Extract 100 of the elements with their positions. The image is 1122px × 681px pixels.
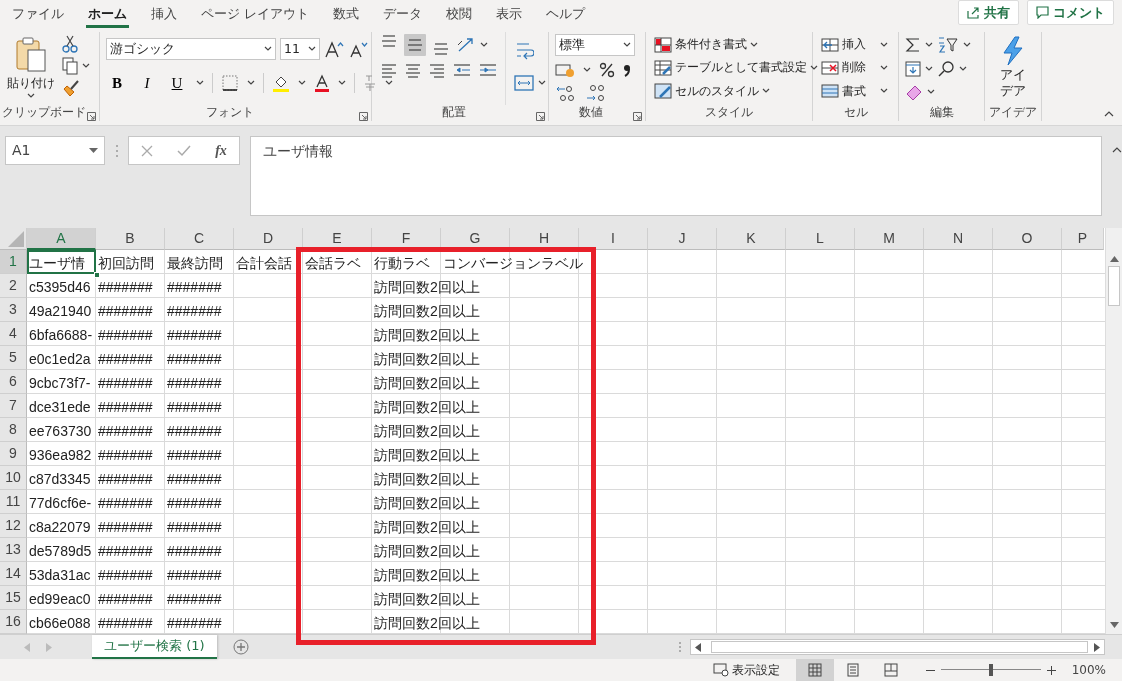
paste-icon[interactable] bbox=[15, 36, 47, 72]
caret-icon[interactable] bbox=[959, 66, 967, 72]
comma-style-icon[interactable] bbox=[623, 62, 631, 78]
caret-icon[interactable] bbox=[538, 80, 546, 86]
caret-icon[interactable] bbox=[880, 41, 888, 48]
align-right-icon[interactable] bbox=[429, 62, 445, 78]
increase-decimal-icon[interactable] bbox=[555, 84, 577, 102]
row-header[interactable]: 8 bbox=[0, 418, 27, 442]
eraser-icon[interactable] bbox=[905, 84, 923, 100]
fill-handle[interactable] bbox=[94, 272, 100, 278]
caret-icon[interactable] bbox=[623, 42, 631, 48]
formula-field[interactable]: ユーザ情報 bbox=[249, 136, 1103, 216]
merge-center-icon[interactable] bbox=[514, 74, 534, 92]
row-header[interactable]: 15 bbox=[0, 586, 27, 610]
column-header[interactable]: G bbox=[441, 228, 510, 250]
caret-icon[interactable] bbox=[27, 93, 35, 100]
cells-menu-button[interactable]: 挿入 bbox=[819, 35, 890, 55]
caret-icon[interactable] bbox=[264, 46, 272, 52]
row-header[interactable]: 1 bbox=[0, 250, 27, 274]
zoom-in-icon[interactable] bbox=[1046, 665, 1056, 675]
ribbon-tab[interactable]: ホーム bbox=[86, 3, 129, 28]
styles-menu-button[interactable]: 条件付き書式 bbox=[652, 35, 820, 55]
row-header[interactable]: 5 bbox=[0, 346, 27, 370]
caret-icon[interactable] bbox=[247, 80, 255, 87]
zoom-level[interactable]: 100% bbox=[1071, 661, 1106, 679]
fill-color-icon[interactable] bbox=[272, 74, 290, 93]
column-header[interactable]: P bbox=[1062, 228, 1104, 250]
caret-icon[interactable] bbox=[925, 42, 933, 48]
caret-icon[interactable] bbox=[338, 80, 346, 87]
column-header[interactable]: B bbox=[96, 228, 165, 250]
name-box[interactable]: A1 bbox=[5, 136, 105, 165]
italic-button[interactable]: I bbox=[136, 72, 158, 95]
column-header[interactable]: M bbox=[855, 228, 924, 250]
caret-icon[interactable] bbox=[385, 80, 393, 87]
ribbon-tab[interactable]: ページ レイアウト bbox=[199, 3, 312, 28]
column-header[interactable]: D bbox=[234, 228, 303, 250]
styles-menu-button[interactable]: テーブルとして書式設定 bbox=[652, 58, 820, 78]
row-header[interactable]: 12 bbox=[0, 514, 27, 538]
insert-function-button[interactable]: fx bbox=[215, 140, 227, 161]
row-header[interactable]: 3 bbox=[0, 298, 27, 322]
number-format-dropdown[interactable]: 標準 bbox=[555, 34, 635, 56]
cut-icon[interactable] bbox=[62, 35, 78, 53]
copy-icon[interactable] bbox=[62, 57, 78, 75]
ribbon-tab[interactable]: ファイル bbox=[10, 3, 66, 28]
scroll-left-icon[interactable] bbox=[695, 642, 701, 652]
ribbon-tab[interactable]: 表示 bbox=[494, 3, 525, 28]
caret-icon[interactable] bbox=[762, 88, 770, 95]
row-header[interactable]: 10 bbox=[0, 466, 27, 490]
increase-indent-icon[interactable] bbox=[479, 62, 497, 78]
scroll-down-icon[interactable] bbox=[1109, 622, 1119, 628]
row-header[interactable]: 2 bbox=[0, 274, 27, 298]
paste-button[interactable]: 貼り付け bbox=[5, 74, 57, 94]
grow-font-icon[interactable] bbox=[324, 40, 344, 58]
ribbon-tab[interactable]: 校閲 bbox=[444, 3, 475, 28]
ideas-button[interactable]: アイデア bbox=[998, 66, 1028, 101]
decrease-decimal-icon[interactable] bbox=[585, 84, 607, 102]
find-icon[interactable] bbox=[937, 60, 955, 78]
bold-button[interactable]: B bbox=[106, 72, 128, 95]
column-header[interactable]: I bbox=[579, 228, 648, 250]
sheet-tab[interactable]: ユーザー検索 (1) bbox=[92, 635, 217, 659]
font-color-icon[interactable] bbox=[314, 74, 330, 93]
underline-button[interactable]: U bbox=[166, 72, 188, 95]
row-header[interactable]: 16 bbox=[0, 610, 27, 634]
display-settings-button[interactable]: 表示設定 bbox=[710, 660, 782, 680]
font-size-dropdown[interactable]: 11 bbox=[280, 38, 320, 60]
ribbon-tab[interactable]: 挿入 bbox=[149, 3, 179, 28]
row-header[interactable]: 4 bbox=[0, 322, 27, 346]
active-cell-frame[interactable]: ユーザ情 bbox=[27, 250, 96, 274]
caret-icon[interactable] bbox=[880, 88, 888, 95]
horizontal-scrollbar[interactable] bbox=[690, 639, 1105, 655]
column-header[interactable]: C bbox=[165, 228, 234, 250]
borders-icon[interactable] bbox=[221, 74, 239, 93]
scrollbar-thumb[interactable] bbox=[1108, 266, 1120, 306]
caret-icon[interactable] bbox=[927, 89, 935, 95]
dialog-launcher-icon[interactable] bbox=[359, 112, 368, 121]
format-painter-icon[interactable] bbox=[62, 79, 80, 97]
caret-icon[interactable] bbox=[82, 63, 90, 69]
styles-menu-button[interactable]: セルのスタイル bbox=[652, 81, 820, 101]
font-name-dropdown[interactable]: 游ゴシック bbox=[106, 38, 276, 60]
dialog-launcher-icon[interactable] bbox=[633, 112, 642, 121]
ribbon-tab[interactable]: ヘルプ bbox=[544, 3, 588, 28]
column-header[interactable]: H bbox=[510, 228, 579, 250]
cells-menu-button[interactable]: 削除 bbox=[819, 58, 890, 78]
orientation-icon[interactable] bbox=[456, 36, 476, 54]
shrink-font-icon[interactable] bbox=[348, 40, 368, 58]
align-center-icon[interactable] bbox=[405, 62, 421, 78]
dialog-launcher-icon[interactable] bbox=[536, 112, 545, 121]
caret-icon[interactable] bbox=[88, 147, 98, 154]
lightbulb-bolt-icon[interactable] bbox=[1001, 36, 1025, 66]
row-header[interactable]: 14 bbox=[0, 562, 27, 586]
percent-icon[interactable] bbox=[599, 62, 615, 78]
autosum-icon[interactable] bbox=[905, 37, 921, 53]
collapse-formula-icon[interactable] bbox=[1112, 146, 1122, 153]
collapse-ribbon-icon[interactable] bbox=[1104, 110, 1114, 117]
vertical-scrollbar[interactable] bbox=[1105, 228, 1122, 634]
decrease-indent-icon[interactable] bbox=[453, 62, 471, 78]
row-header[interactable]: 13 bbox=[0, 538, 27, 562]
row-header[interactable]: 9 bbox=[0, 442, 27, 466]
caret-icon[interactable] bbox=[750, 41, 758, 48]
column-header[interactable]: J bbox=[648, 228, 717, 250]
